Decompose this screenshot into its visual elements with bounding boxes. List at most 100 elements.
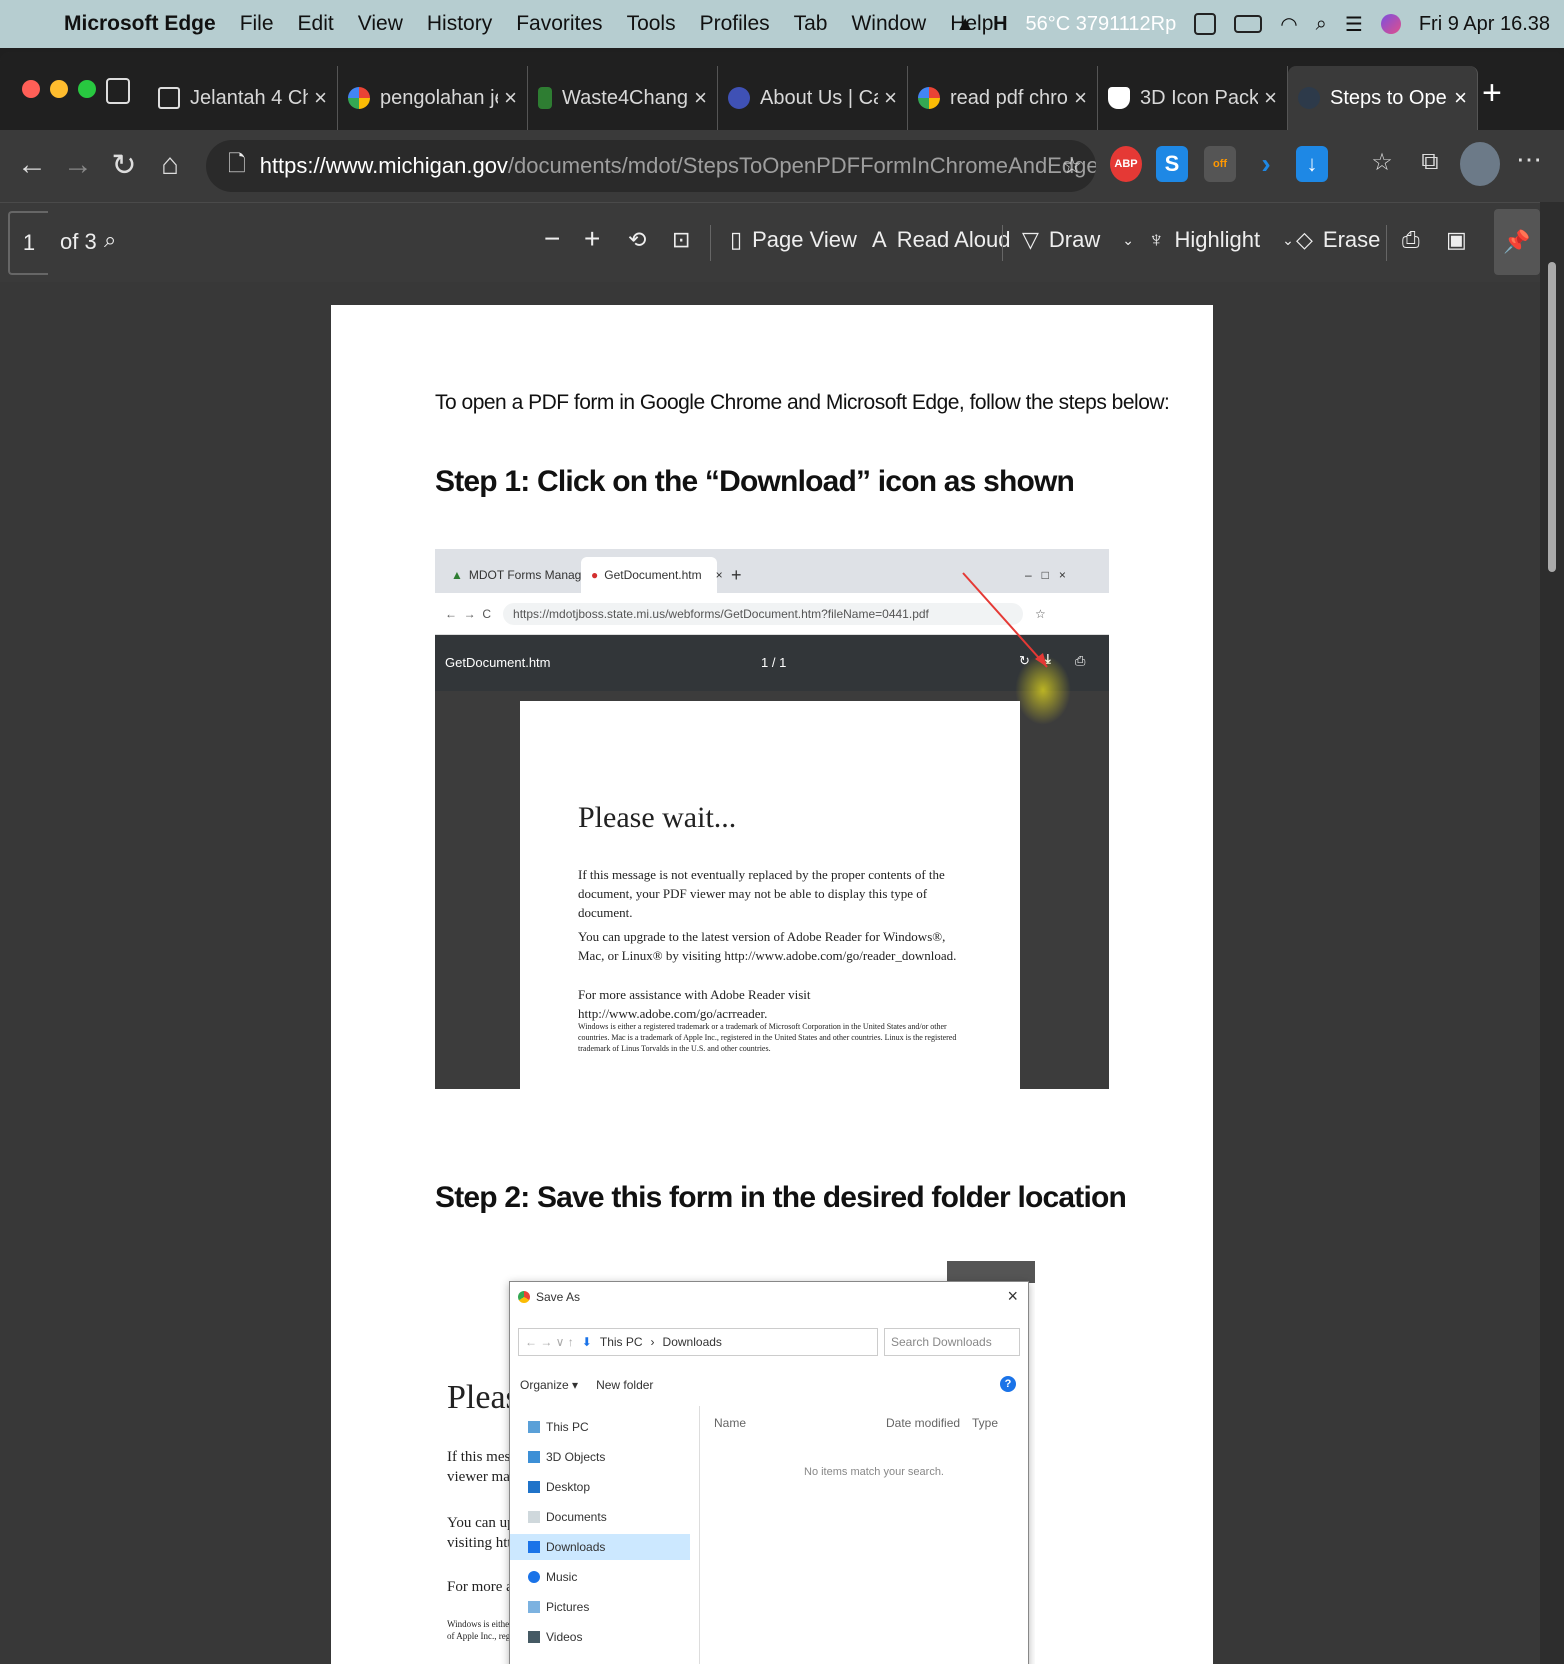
tab-read-pdf[interactable]: read pdf chrome - G × bbox=[908, 66, 1098, 130]
menubar-clock[interactable]: Fri 9 Apr 16.38 bbox=[1419, 13, 1550, 36]
menu-view[interactable]: View bbox=[358, 12, 403, 36]
organize-menu: Organize ▾ bbox=[520, 1378, 579, 1392]
menu-tools[interactable]: Tools bbox=[627, 12, 676, 36]
minimize-window-button[interactable] bbox=[50, 80, 68, 98]
print-icon[interactable]: ⎙ bbox=[1402, 227, 1420, 253]
arrow-extension-icon[interactable]: › bbox=[1250, 146, 1282, 182]
menu-file[interactable]: File bbox=[240, 12, 274, 36]
dialog-search-input: Search Downloads bbox=[884, 1328, 1020, 1356]
adobe-icon[interactable]: ▲ bbox=[955, 13, 975, 36]
menu-profiles[interactable]: Profiles bbox=[700, 12, 770, 36]
tab-label: About Us | CarbonE bbox=[760, 86, 878, 109]
step2-screenshot: Please If this messag viewer may n You c… bbox=[435, 1261, 1035, 1664]
nav-label: Downloads bbox=[546, 1540, 606, 1554]
draw-button[interactable]: ▽ Draw ⌄ bbox=[1022, 227, 1134, 253]
downloads-folder-icon: ⬇ bbox=[581, 1335, 592, 1349]
url-path: /documents/mdot/StepsToOpenPDFFormInChro… bbox=[507, 153, 1096, 178]
siri-icon[interactable] bbox=[1380, 14, 1401, 34]
phone-icon[interactable] bbox=[1194, 13, 1217, 35]
scrollbar-thumb[interactable] bbox=[1548, 262, 1556, 572]
window-controls bbox=[22, 80, 96, 98]
control-center-icon[interactable]: ☰ bbox=[1345, 12, 1363, 37]
tab-steps-to-open[interactable]: Steps to Open a PD × bbox=[1288, 66, 1478, 130]
more-options-icon[interactable]: ⋯ bbox=[1516, 144, 1542, 175]
add-favorite-star-icon[interactable]: ☆ bbox=[1062, 153, 1082, 179]
close-tab-icon[interactable]: × bbox=[884, 85, 897, 111]
close-tab-icon[interactable]: × bbox=[1074, 85, 1087, 111]
menu-edit[interactable]: Edit bbox=[298, 12, 334, 36]
tab-3d-icon-pack[interactable]: 3D Icon Pack: Fina× bbox=[1098, 66, 1288, 130]
fit-to-page-icon[interactable]: ⊡ bbox=[672, 227, 690, 253]
google-icon bbox=[918, 87, 940, 109]
wifi-icon[interactable]: ◠ bbox=[1280, 12, 1297, 37]
chrome-nav-icons: ← → C bbox=[445, 606, 492, 621]
documents-icon bbox=[528, 1511, 540, 1523]
dialog-nav-arrows: ← → ∨ ↑ bbox=[525, 1335, 574, 1349]
app-name-menu[interactable]: Microsoft Edge bbox=[64, 12, 216, 36]
system-stats-text[interactable]: 56°C 3791112Rp bbox=[1026, 13, 1177, 36]
menu-window[interactable]: Window bbox=[851, 12, 926, 36]
tab-label: 3D Icon Pack: Fina bbox=[1140, 86, 1259, 109]
chevron-down-icon[interactable]: ⌄ bbox=[1122, 232, 1134, 249]
tab-jelantah[interactable]: Jelantah 4 Change × bbox=[148, 66, 338, 130]
cube-icon bbox=[528, 1451, 540, 1463]
close-tab-icon[interactable]: × bbox=[1264, 85, 1277, 111]
download-extension-icon[interactable]: ↓ bbox=[1296, 146, 1328, 182]
tab-waste4change[interactable]: Waste4Change - W× bbox=[528, 66, 718, 130]
rotate-icon[interactable]: ⟲ bbox=[628, 227, 646, 253]
read-aloud-button[interactable]: A Read Aloud bbox=[872, 227, 1010, 253]
abp-icon[interactable]: ABP bbox=[1110, 146, 1142, 182]
find-icon[interactable]: ⌕ bbox=[104, 227, 116, 253]
erase-label: Erase bbox=[1322, 227, 1381, 252]
page-view-button[interactable]: ▯ Page View bbox=[730, 227, 857, 253]
google-icon bbox=[348, 87, 370, 109]
menu-favorites[interactable]: Favorites bbox=[516, 12, 602, 36]
close-tab-icon[interactable]: × bbox=[314, 85, 327, 111]
highlight-button[interactable]: ♆ Highlight ⌄ bbox=[1148, 227, 1294, 253]
pdf-page: To open a PDF form in Google Chrome and … bbox=[331, 305, 1213, 1664]
spotlight-search-icon[interactable]: ⌕ bbox=[1316, 13, 1327, 36]
tabs: Jelantah 4 Change× pengolahan jelantah× … bbox=[148, 66, 1478, 130]
step1-heading: Step 1: Click on the “Download” icon as … bbox=[435, 465, 1075, 498]
close-tab-icon[interactable]: × bbox=[504, 85, 517, 111]
s-extension-icon[interactable]: S bbox=[1156, 146, 1188, 182]
menu-history[interactable]: History bbox=[427, 12, 492, 36]
file-info-icon[interactable]: 🗋 bbox=[228, 147, 246, 185]
tab-strip: Jelantah 4 Change× pengolahan jelantah× … bbox=[0, 52, 1564, 130]
please-wait-para-3: For more assistance with Adobe Reader vi… bbox=[578, 987, 811, 1021]
tab-pengolahan[interactable]: pengolahan jelantah × bbox=[338, 66, 528, 130]
tab-actions-icon[interactable] bbox=[106, 78, 130, 104]
new-tab-button[interactable]: + bbox=[1482, 74, 1502, 113]
h-icon[interactable]: H bbox=[993, 13, 1007, 36]
menu-tab[interactable]: Tab bbox=[794, 12, 828, 36]
home-button[interactable]: ⌂ bbox=[152, 148, 188, 182]
profile-avatar[interactable] bbox=[1460, 142, 1500, 186]
tab-label: read pdf chrome - G bbox=[950, 86, 1068, 109]
address-bar[interactable]: 🗋 https://www.michigan.gov/documents/mdo… bbox=[206, 140, 1096, 192]
page-count: of 3 bbox=[60, 229, 97, 254]
close-tab-icon[interactable]: × bbox=[694, 85, 707, 111]
chevron-down-icon[interactable]: ⌄ bbox=[1282, 232, 1294, 249]
close-tab-icon[interactable]: × bbox=[1454, 85, 1467, 111]
erase-button[interactable]: ◇ Erase bbox=[1296, 227, 1380, 253]
dialog-toolbar: Organize ▾ New folder bbox=[520, 1378, 653, 1392]
zoom-out-button[interactable]: − bbox=[544, 223, 560, 255]
collections-icon[interactable]: ⧉ bbox=[1412, 148, 1448, 176]
pin-toolbar-icon[interactable]: 📌 bbox=[1494, 209, 1540, 275]
scrollbar[interactable] bbox=[1540, 202, 1564, 1664]
favorites-icon[interactable]: ☆ bbox=[1364, 148, 1400, 177]
back-button[interactable]: ← bbox=[14, 148, 50, 182]
tab-label: pengolahan jelantah bbox=[380, 86, 498, 109]
battery-icon[interactable] bbox=[1234, 15, 1263, 33]
zoom-in-button[interactable]: + bbox=[584, 223, 600, 255]
close-window-button[interactable] bbox=[22, 80, 40, 98]
nav-label: 3D Objects bbox=[546, 1450, 606, 1464]
music-icon bbox=[528, 1571, 540, 1583]
save-icon[interactable]: ▣ bbox=[1446, 227, 1467, 253]
page-number-input[interactable]: 1 bbox=[8, 211, 48, 275]
refresh-button[interactable]: ↻ bbox=[106, 148, 142, 183]
flame-extension-icon[interactable]: off bbox=[1204, 146, 1236, 182]
zoom-window-button[interactable] bbox=[78, 80, 96, 98]
forward-button[interactable]: → bbox=[60, 148, 96, 182]
tab-about-us[interactable]: About Us | CarbonE × bbox=[718, 66, 908, 130]
